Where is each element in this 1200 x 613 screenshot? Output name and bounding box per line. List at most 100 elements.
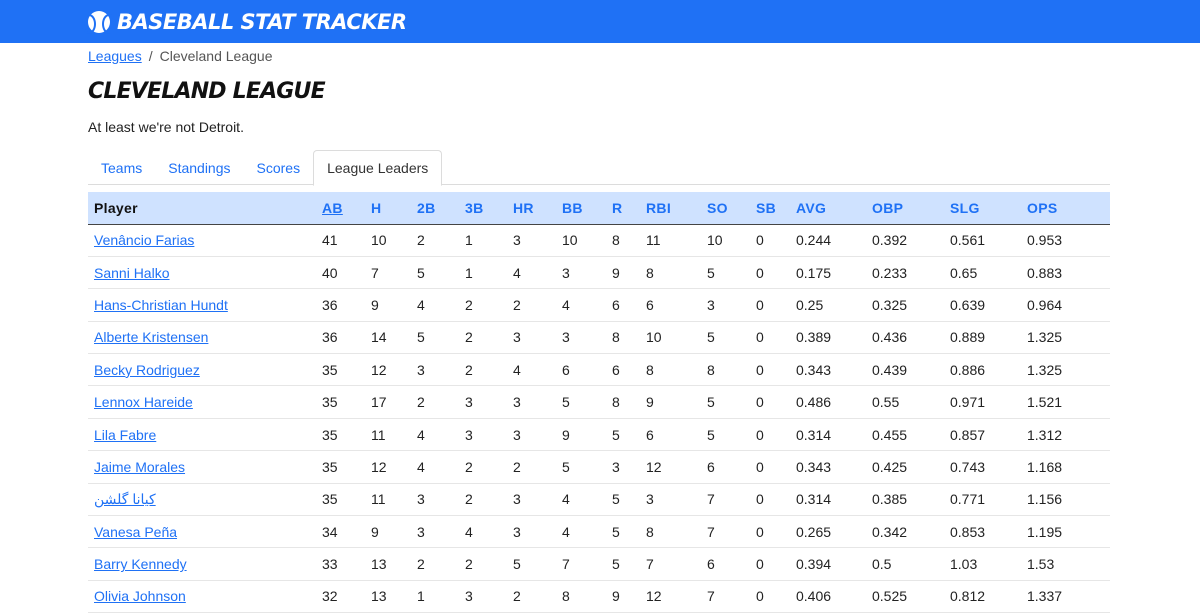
cell-rbi: 12 <box>640 580 701 613</box>
cell-avg: 0.389 <box>790 321 866 355</box>
cell-obp: 0.392 <box>866 224 944 257</box>
cell-ab: 32 <box>316 580 365 613</box>
cell-bb: 5 <box>556 450 606 484</box>
cell-player: Lila Fabre <box>88 418 316 452</box>
tab-league-leaders[interactable]: League Leaders <box>313 150 443 186</box>
app-brand[interactable]: Baseball Stat Tracker <box>117 10 407 34</box>
cell-player: Jaime Morales <box>88 450 316 484</box>
cell-slg: 1.03 <box>944 547 1021 581</box>
cell-hr: 3 <box>507 515 556 549</box>
cell-h: 11 <box>365 418 411 452</box>
brand-link[interactable]: Baseball Stat Tracker <box>82 0 407 43</box>
cell-2b: 3 <box>411 353 459 387</box>
column-header-r[interactable]: R <box>606 192 640 225</box>
column-header-ab[interactable]: AB <box>316 192 365 225</box>
table-row: Olivia Johnson 32 13 1 3 2 8 9 12 7 0 0.406 0.525 0.8… <box>88 580 1110 613</box>
player-link[interactable]: Venâncio Farias <box>94 232 194 248</box>
cell-slg: 0.812 <box>944 580 1021 613</box>
breadcrumb: Leagues / Cleveland League <box>88 46 1110 66</box>
cell-rbi: 8 <box>640 353 701 387</box>
cell-obp: 0.436 <box>866 321 944 355</box>
cell-ops: 1.195 <box>1021 515 1110 549</box>
column-header-slg[interactable]: SLG <box>944 192 1021 225</box>
tab-teams[interactable]: Teams <box>88 150 155 185</box>
tab-scores[interactable]: Scores <box>244 150 314 185</box>
cell-ops: 0.953 <box>1021 224 1110 257</box>
cell-rbi: 12 <box>640 450 701 484</box>
cell-slg: 0.771 <box>944 483 1021 517</box>
player-link[interactable]: Lila Fabre <box>94 427 156 443</box>
cell-bb: 3 <box>556 256 606 290</box>
cell-rbi: 8 <box>640 256 701 290</box>
cell-player: Vanesa Peña <box>88 515 316 549</box>
player-link[interactable]: کیانا گلشن <box>94 491 156 507</box>
cell-2b: 5 <box>411 321 459 355</box>
player-link[interactable]: Sanni Halko <box>94 265 170 281</box>
cell-ab: 35 <box>316 483 365 517</box>
cell-hr: 2 <box>507 450 556 484</box>
page-title: Cleveland League <box>88 79 326 104</box>
cell-avg: 0.265 <box>790 515 866 549</box>
column-header-sb[interactable]: SB <box>750 192 790 225</box>
cell-so: 7 <box>701 483 750 517</box>
cell-2b: 4 <box>411 288 459 322</box>
cell-3b: 3 <box>459 580 507 613</box>
player-link[interactable]: Vanesa Peña <box>94 524 177 540</box>
cell-ab: 33 <box>316 547 365 581</box>
cell-player: Barry Kennedy <box>88 547 316 581</box>
cell-3b: 2 <box>459 321 507 355</box>
cell-sb: 0 <box>750 450 790 484</box>
cell-r: 8 <box>606 321 640 355</box>
cell-so: 6 <box>701 547 750 581</box>
column-header-avg[interactable]: AVG <box>790 192 866 225</box>
column-header-rbi[interactable]: RBI <box>640 192 701 225</box>
cell-r: 3 <box>606 450 640 484</box>
cell-h: 10 <box>365 224 411 257</box>
cell-ops: 1.312 <box>1021 418 1110 452</box>
cell-sb: 0 <box>750 483 790 517</box>
column-header-ops[interactable]: OPS <box>1021 192 1110 225</box>
player-link[interactable]: Olivia Johnson <box>94 588 186 604</box>
cell-3b: 1 <box>459 224 507 257</box>
cell-so: 3 <box>701 288 750 322</box>
cell-ab: 36 <box>316 288 365 322</box>
column-header-hr[interactable]: HR <box>507 192 556 225</box>
player-link[interactable]: Barry Kennedy <box>94 556 187 572</box>
cell-bb: 4 <box>556 288 606 322</box>
player-link[interactable]: Alberte Kristensen <box>94 329 208 345</box>
cell-3b: 4 <box>459 515 507 549</box>
cell-h: 12 <box>365 450 411 484</box>
cell-slg: 0.886 <box>944 353 1021 387</box>
cell-rbi: 3 <box>640 483 701 517</box>
cell-avg: 0.343 <box>790 353 866 387</box>
cell-ops: 0.883 <box>1021 256 1110 290</box>
breadcrumb-leagues-link[interactable]: Leagues <box>88 48 142 64</box>
cell-sb: 0 <box>750 224 790 257</box>
cell-r: 5 <box>606 547 640 581</box>
column-header-2b[interactable]: 2B <box>411 192 459 225</box>
cell-r: 5 <box>606 483 640 517</box>
cell-player: Lennox Hareide <box>88 385 316 419</box>
cell-sb: 0 <box>750 321 790 355</box>
main-content: Leagues / Cleveland League Cleveland Lea… <box>88 43 1110 613</box>
cell-so: 7 <box>701 515 750 549</box>
cell-obp: 0.525 <box>866 580 944 613</box>
tab-standings[interactable]: Standings <box>155 150 243 185</box>
cell-sb: 0 <box>750 288 790 322</box>
column-header-obp[interactable]: OBP <box>866 192 944 225</box>
column-header-h[interactable]: H <box>365 192 411 225</box>
column-header-so[interactable]: SO <box>701 192 750 225</box>
cell-bb: 3 <box>556 321 606 355</box>
player-link[interactable]: Hans-Christian Hundt <box>94 297 228 313</box>
cell-player: Venâncio Farias <box>88 224 316 257</box>
player-link[interactable]: Becky Rodriguez <box>94 362 200 378</box>
cell-avg: 0.244 <box>790 224 866 257</box>
column-header-3b[interactable]: 3B <box>459 192 507 225</box>
player-link[interactable]: Lennox Hareide <box>94 394 193 410</box>
cell-hr: 4 <box>507 353 556 387</box>
column-header-bb[interactable]: BB <box>556 192 606 225</box>
cell-3b: 2 <box>459 353 507 387</box>
table-row: Lennox Hareide 35 17 2 3 3 5 8 9 5 0 0.486 0.55 0.971… <box>88 385 1110 419</box>
cell-h: 17 <box>365 385 411 419</box>
player-link[interactable]: Jaime Morales <box>94 459 185 475</box>
